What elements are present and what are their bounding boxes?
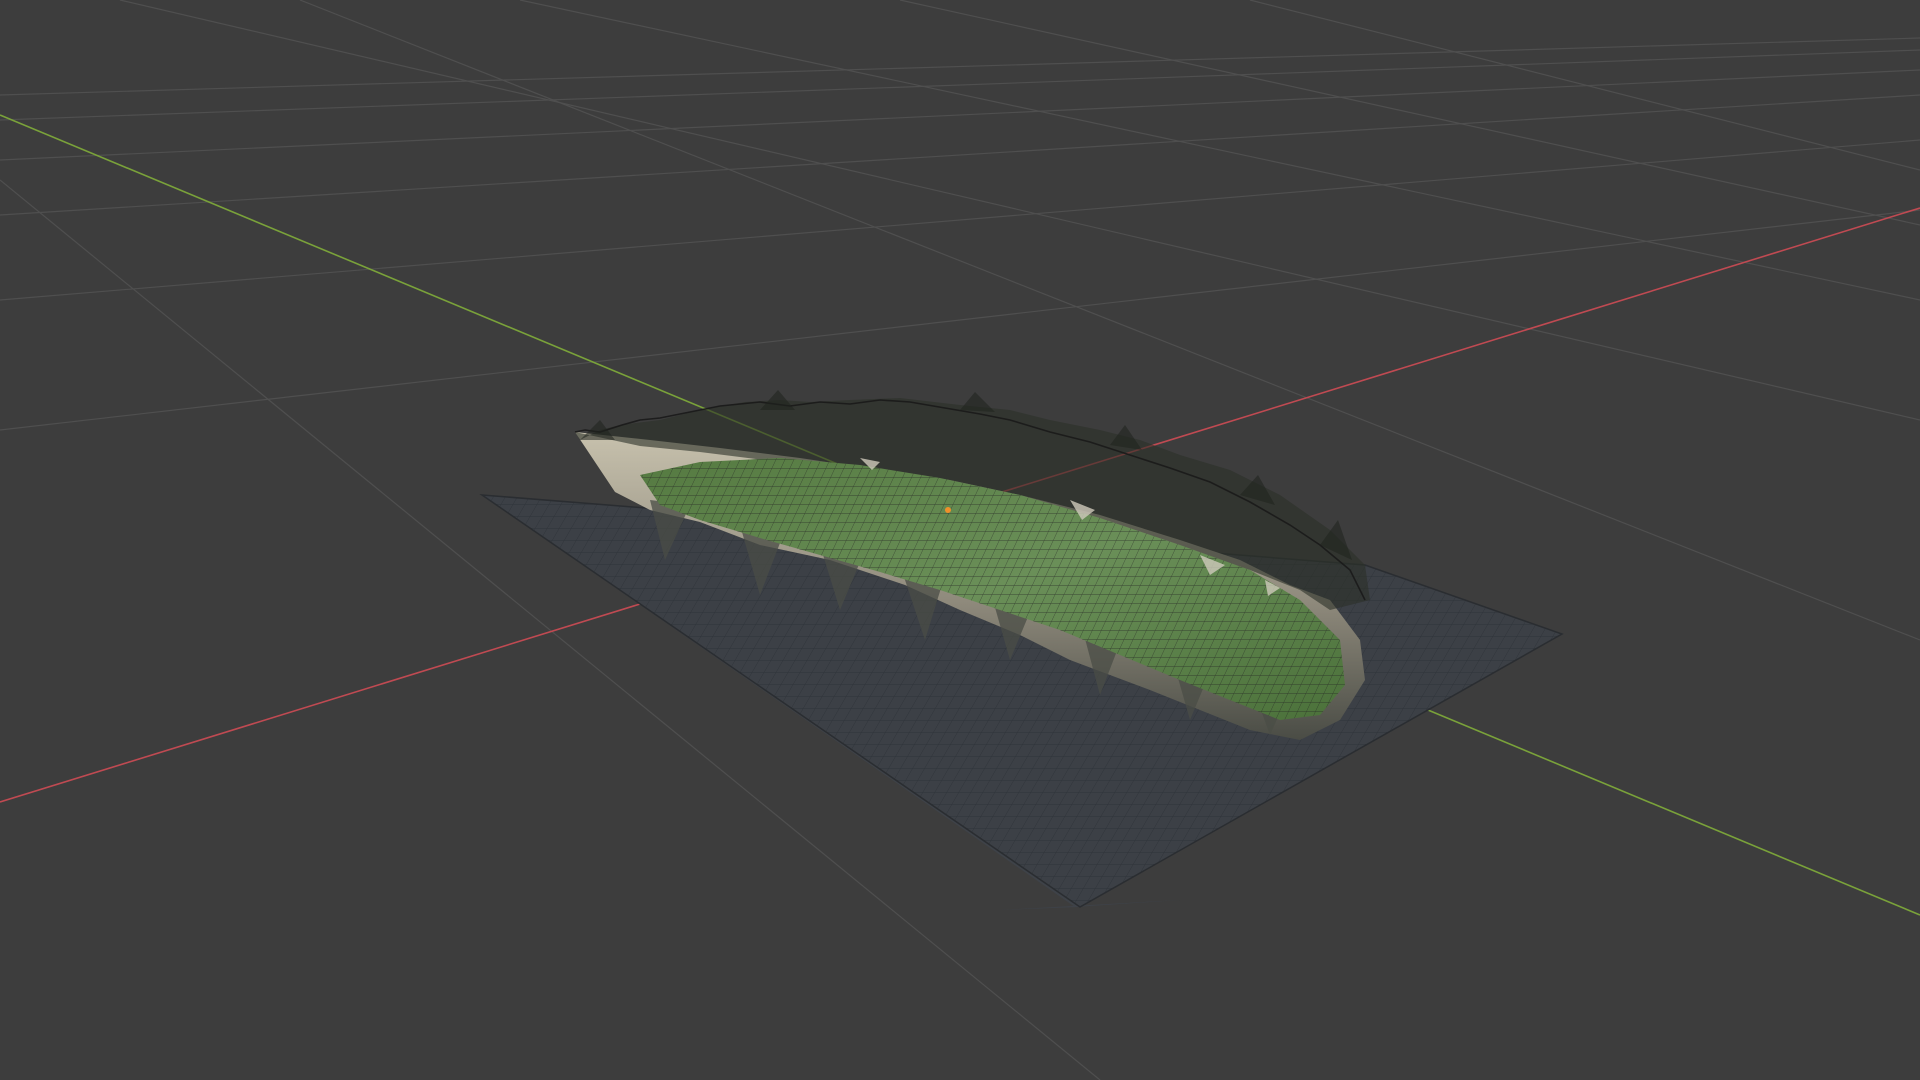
3d-viewport[interactable] [0, 0, 1920, 1080]
origin-marker [945, 507, 951, 513]
viewport-canvas[interactable] [0, 0, 1920, 1080]
